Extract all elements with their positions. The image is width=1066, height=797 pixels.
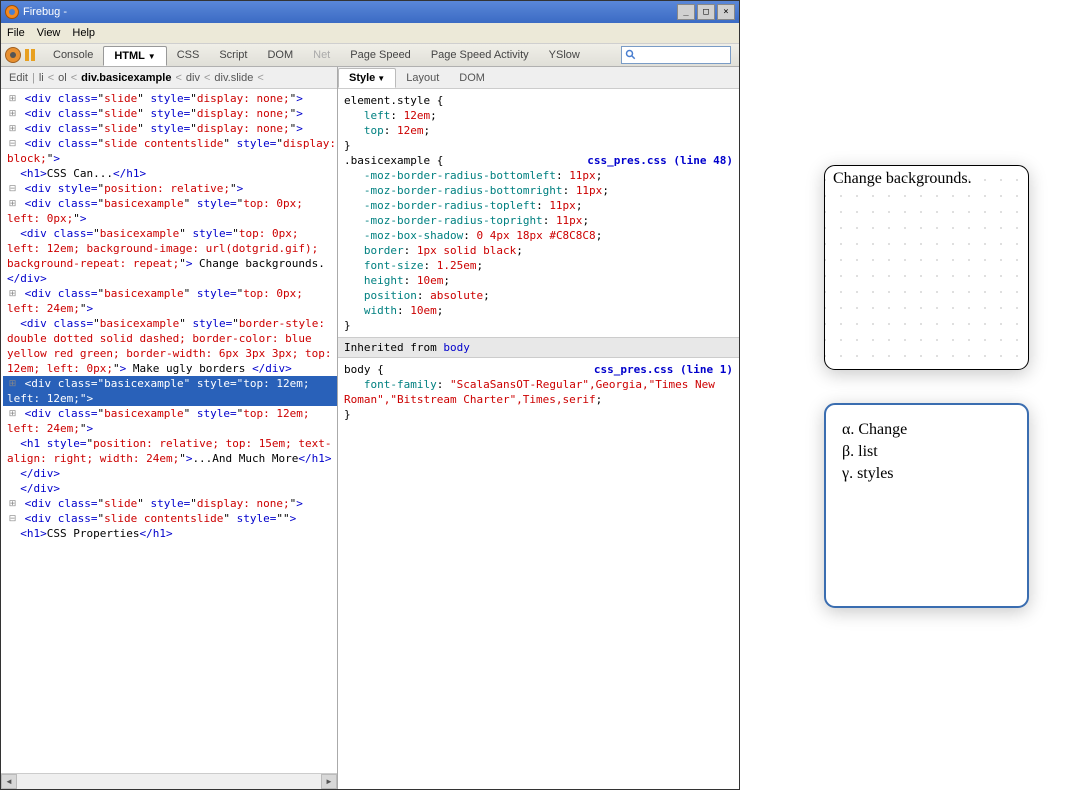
search-box[interactable] xyxy=(621,46,731,64)
firebug-icon[interactable] xyxy=(5,47,21,63)
bc-item[interactable]: div.basicexample xyxy=(77,72,175,84)
tab-script[interactable]: Script xyxy=(209,46,257,64)
collapse-icon[interactable]: ⊟ xyxy=(7,511,18,526)
firebug-window: Firebug - _ □ × File View Help Console H… xyxy=(0,0,740,790)
menu-view[interactable]: View xyxy=(37,27,61,39)
bc-item[interactable]: li xyxy=(35,72,48,84)
preview-list: α. Change β. list γ. styles xyxy=(824,403,1029,608)
pause-icon[interactable] xyxy=(25,49,35,61)
list-item: γ. styles xyxy=(842,463,1011,485)
titlebar[interactable]: Firebug - _ □ × xyxy=(1,1,739,23)
expand-icon[interactable]: ⊞ xyxy=(7,286,18,301)
tab-yslow[interactable]: YSlow xyxy=(539,46,590,64)
tab-css[interactable]: CSS xyxy=(167,46,210,64)
source-link[interactable]: css_pres.css (line 1) xyxy=(594,362,733,377)
window-title: Firebug - xyxy=(23,6,67,18)
scroll-right-icon[interactable]: ► xyxy=(321,774,337,789)
list-item: β. list xyxy=(842,441,1011,463)
tab-console[interactable]: Console xyxy=(43,46,103,64)
list-item: α. Change xyxy=(842,419,1011,441)
greek-list: α. Change β. list γ. styles xyxy=(842,419,1011,485)
preview-text: Change backgrounds. xyxy=(833,170,972,187)
inherited-header: Inherited from body xyxy=(338,337,739,358)
expand-icon[interactable]: ⊞ xyxy=(7,376,18,391)
close-button[interactable]: × xyxy=(717,4,735,20)
css-rules[interactable]: element.style { left: 12em; top: 12em; }… xyxy=(338,89,739,789)
menubar: File View Help xyxy=(1,23,739,43)
menu-help[interactable]: Help xyxy=(72,27,95,39)
right-tabs: Style▼ Layout DOM xyxy=(338,67,739,89)
content-area: Edit | li< ol< div.basicexample< div< di… xyxy=(1,67,739,789)
expand-icon[interactable]: ⊞ xyxy=(7,496,18,511)
bc-item[interactable]: div.slide xyxy=(210,72,257,84)
horizontal-scrollbar[interactable]: ◄ ► xyxy=(1,773,337,789)
expand-icon[interactable]: ⊞ xyxy=(7,91,18,106)
maximize-button[interactable]: □ xyxy=(697,4,715,20)
scroll-left-icon[interactable]: ◄ xyxy=(1,774,17,789)
tab-html[interactable]: HTML ▼ xyxy=(103,46,166,66)
expand-icon[interactable]: ⊞ xyxy=(7,121,18,136)
bc-item[interactable]: div xyxy=(182,72,204,84)
source-link[interactable]: css_pres.css (line 48) xyxy=(587,153,733,168)
tab-style[interactable]: Style▼ xyxy=(338,68,396,88)
tab-dom[interactable]: DOM xyxy=(257,46,303,64)
tab-pagespeed[interactable]: Page Speed xyxy=(340,46,421,64)
edit-button[interactable]: Edit xyxy=(5,72,32,84)
search-icon xyxy=(625,49,637,61)
tab-layout[interactable]: Layout xyxy=(396,69,449,87)
bc-item[interactable]: ol xyxy=(54,72,71,84)
minimize-button[interactable]: _ xyxy=(677,4,695,20)
style-panel: Style▼ Layout DOM element.style { left: … xyxy=(338,67,739,789)
breadcrumb: Edit | li< ol< div.basicexample< div< di… xyxy=(1,67,337,89)
tab-psactivity[interactable]: Page Speed Activity xyxy=(421,46,539,64)
dom-tree[interactable]: ⊞ <div class="slide" style="display: non… xyxy=(1,89,337,773)
body-link[interactable]: body xyxy=(443,341,470,354)
selected-node[interactable]: ⊞ <div class="basicexample" style="top: … xyxy=(3,376,337,406)
menu-file[interactable]: File xyxy=(7,27,25,39)
expand-icon[interactable]: ⊞ xyxy=(7,406,18,421)
tab-net[interactable]: Net xyxy=(303,46,340,64)
expand-icon[interactable]: ⊞ xyxy=(7,106,18,121)
preview-backgrounds: Change backgrounds. xyxy=(824,165,1029,370)
collapse-icon[interactable]: ⊟ xyxy=(7,136,18,151)
expand-icon[interactable]: ⊞ xyxy=(7,196,18,211)
toolbar: Console HTML ▼ CSS Script DOM Net Page S… xyxy=(1,43,739,67)
firefox-icon xyxy=(5,5,19,19)
collapse-icon[interactable]: ⊟ xyxy=(7,181,18,196)
tab-dom-right[interactable]: DOM xyxy=(449,69,495,87)
html-panel: Edit | li< ol< div.basicexample< div< di… xyxy=(1,67,338,789)
